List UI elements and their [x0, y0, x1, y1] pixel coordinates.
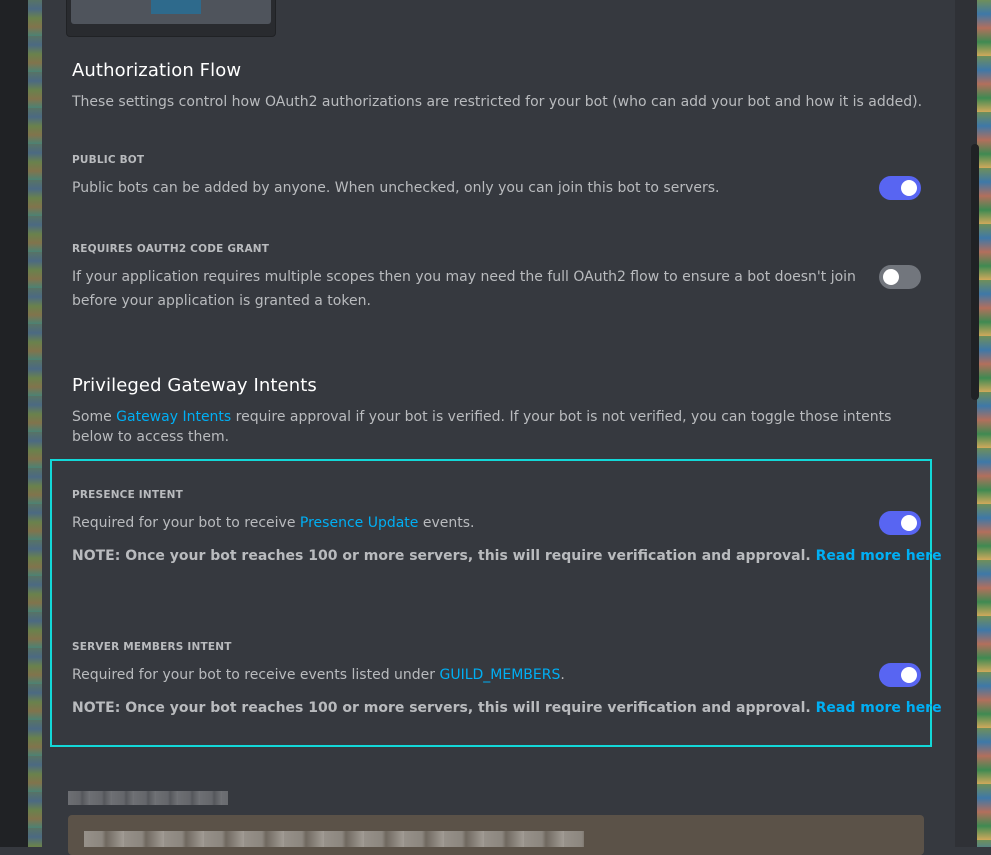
blurred-section-title	[68, 791, 228, 805]
description-text: Some	[72, 409, 117, 425]
toggle-knob	[901, 180, 917, 196]
presence-update-link[interactable]: Presence Update	[300, 515, 419, 531]
code-grant-toggle[interactable]	[879, 265, 921, 289]
privileged-intents-description: Some Gateway Intents require approval if…	[72, 407, 912, 447]
server-members-intent-note: NOTE: Once your bot reaches 100 or more …	[72, 700, 942, 716]
sidebar-edge	[28, 0, 42, 847]
blurred-notice-text	[84, 831, 584, 847]
read-more-link[interactable]: Read more here	[816, 700, 942, 716]
note-text: NOTE: Once your bot reaches 100 or more …	[72, 548, 811, 564]
presence-intent-note: NOTE: Once your bot reaches 100 or more …	[72, 548, 942, 564]
note-text: NOTE: Once your bot reaches 100 or more …	[72, 700, 811, 716]
section-title-privileged-intents: Privileged Gateway Intents	[72, 375, 317, 396]
presence-intent-toggle[interactable]	[879, 511, 921, 535]
read-more-link[interactable]: Read more here	[816, 548, 942, 564]
code-grant-text: If your application requires multiple sc…	[72, 269, 856, 309]
server-members-text: .	[560, 667, 565, 683]
avatar-upload-area[interactable]	[71, 0, 271, 24]
scrollbar-thumb[interactable]	[971, 144, 979, 400]
section-title-authorization-flow: Authorization Flow	[72, 60, 242, 81]
bot-avatar-card	[66, 0, 276, 37]
toggle-knob	[901, 515, 917, 531]
presence-text: Required for your bot to receive	[72, 515, 300, 531]
presence-intent-text: Required for your bot to receive Presenc…	[72, 511, 862, 535]
server-members-intent-label: SERVER MEMBERS INTENT	[72, 641, 232, 653]
public-bot-toggle[interactable]	[879, 176, 921, 200]
code-grant-label: REQUIRES OAUTH2 CODE GRANT	[72, 243, 270, 255]
guild-members-link[interactable]: GUILD_MEMBERS	[439, 667, 560, 683]
toggle-knob	[883, 269, 899, 285]
server-members-intent-text: Required for your bot to receive events …	[72, 663, 862, 687]
authorization-flow-description: These settings control how OAuth2 author…	[72, 94, 923, 110]
guild-sidebar	[0, 0, 28, 847]
avatar-image	[151, 0, 201, 14]
server-members-intent-toggle[interactable]	[879, 663, 921, 687]
background-art	[977, 0, 991, 847]
server-members-text: Required for your bot to receive events …	[72, 667, 440, 683]
public-bot-label: PUBLIC BOT	[72, 154, 145, 166]
presence-text: events.	[418, 515, 475, 531]
public-bot-text: Public bots can be added by anyone. When…	[72, 180, 720, 196]
presence-intent-label: PRESENCE INTENT	[72, 489, 183, 501]
settings-content: Authorization Flow These settings contro…	[42, 0, 979, 855]
gateway-intents-link[interactable]: Gateway Intents	[116, 409, 231, 425]
toggle-knob	[901, 667, 917, 683]
